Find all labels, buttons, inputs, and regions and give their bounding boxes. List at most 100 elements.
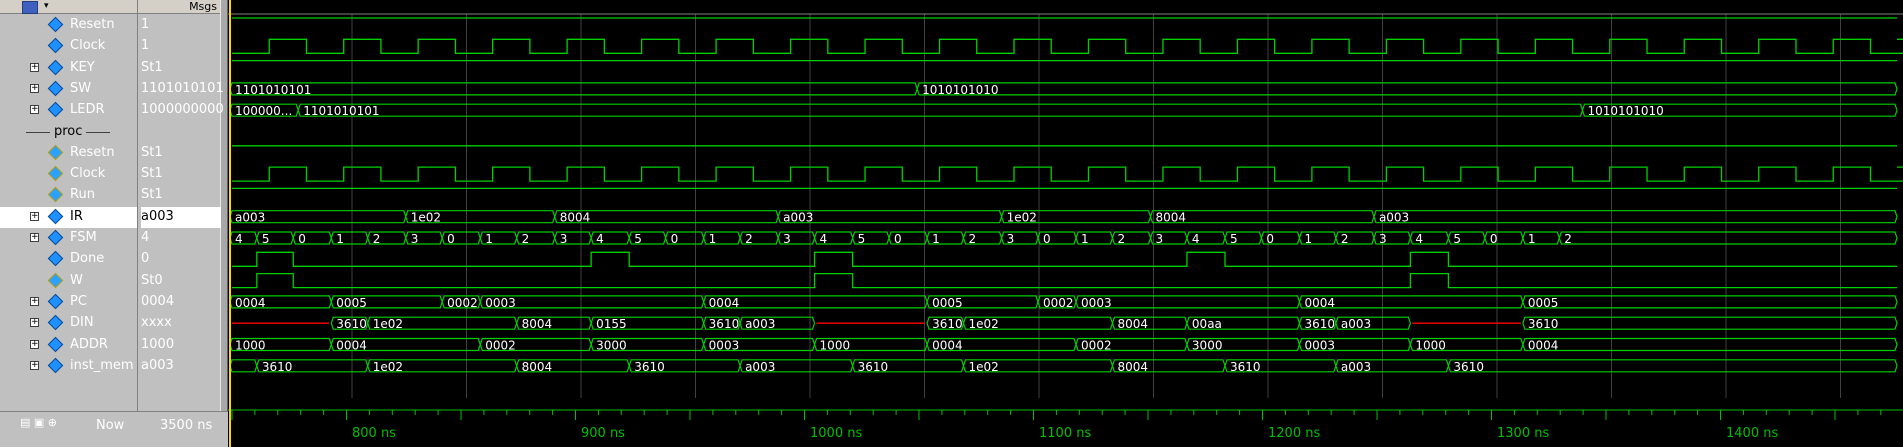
- pane-splitter[interactable]: [220, 0, 228, 447]
- bus-value-label: 5: [1453, 232, 1461, 246]
- now-value: 3500 ns: [160, 418, 213, 433]
- bus-value-label: 1: [336, 232, 344, 246]
- signal-value: xxxx: [141, 315, 172, 331]
- bit-waveform: [232, 38, 1903, 54]
- bus-value-label: 3: [560, 232, 568, 246]
- signal-value: St1: [141, 166, 163, 182]
- wave-pane[interactable]: 1101010101 1010101010100000... 1101010101 1…: [228, 0, 1903, 447]
- signal-row-sw-3[interactable]: + SW: [0, 79, 137, 100]
- signal-row-clock-1[interactable]: Clock: [0, 36, 137, 57]
- bus-value-label: 4: [820, 232, 828, 246]
- bus-segment: [1373, 210, 1898, 224]
- bus-value-label: 5: [634, 232, 642, 246]
- signal-diamond-icon: [47, 80, 64, 97]
- bus-value-label: 8004: [1117, 317, 1148, 331]
- bus-value-label: 8004: [522, 360, 553, 374]
- bus-value-label: 3610: [336, 317, 367, 331]
- signal-value: 1101010101: [141, 80, 224, 96]
- bus-value-label: a003: [745, 317, 775, 331]
- bit-waveform: [232, 166, 1903, 182]
- signal-diamond-icon: [47, 208, 64, 224]
- signal-row-inst_mem-16[interactable]: + inst_mem: [0, 356, 137, 377]
- bus-value-label: 1000: [820, 339, 851, 353]
- wave-window-icon[interactable]: [22, 1, 38, 14]
- signal-diamond-icon: [47, 272, 64, 288]
- signal-row-proc-5[interactable]: proc: [0, 122, 137, 143]
- expand-icon[interactable]: +: [30, 233, 39, 242]
- expand-icon[interactable]: +: [30, 105, 39, 115]
- signal-row-key-2[interactable]: + KEY: [0, 58, 137, 79]
- signal-value: 1: [141, 17, 150, 32]
- signal-row-ledr-4[interactable]: + LEDR: [0, 100, 137, 121]
- signal-row-addr-15[interactable]: + ADDR: [0, 335, 137, 356]
- bus-value-label: 0005: [1528, 296, 1559, 310]
- signal-name: Resetn: [70, 144, 115, 160]
- bus-value-label: 4: [1415, 232, 1423, 246]
- expand-icon[interactable]: +: [30, 62, 39, 72]
- bus-segment: [1447, 359, 1898, 373]
- bus-value-label: 4: [235, 232, 243, 246]
- signal-value: St1: [141, 59, 163, 75]
- expand-icon[interactable]: +: [30, 318, 39, 328]
- signal-row-ir-9[interactable]: + IR: [0, 206, 137, 228]
- signal-name: FSM: [70, 230, 97, 245]
- bus-value-label: 3: [1156, 232, 1164, 246]
- bus-segment: [229, 82, 918, 96]
- bus-value-label: 5: [858, 232, 866, 246]
- bus-value-label: 3000: [596, 339, 627, 353]
- bus-segment: [916, 82, 1898, 96]
- bus-value-label: 0003: [1081, 296, 1112, 310]
- bus-value-label: a003: [235, 211, 265, 225]
- bus-value-label: 0: [298, 232, 306, 246]
- signal-row-din-14[interactable]: + DIN: [0, 313, 137, 334]
- signal-value: St1: [141, 144, 163, 160]
- signal-row-fsm-10[interactable]: + FSM: [0, 228, 137, 249]
- signal-row-pc-13[interactable]: + PC: [0, 292, 137, 313]
- bus-value-label: 3610: [1453, 360, 1484, 374]
- bus-value-label: 0: [1043, 232, 1051, 246]
- bus-value-label: 1: [485, 232, 493, 246]
- timeline-label: 1100 ns: [1039, 426, 1091, 441]
- bus-value-label: 0003: [485, 296, 516, 310]
- bus-value-label: 2: [373, 232, 381, 246]
- expand-icon[interactable]: +: [30, 296, 39, 306]
- signal-value: 1000000000: [141, 102, 224, 118]
- bus-value-label: 3610: [1528, 317, 1559, 331]
- bus-value-label: 8004: [560, 211, 591, 225]
- expand-icon[interactable]: +: [30, 339, 39, 349]
- signal-row-done-11[interactable]: Done: [0, 249, 137, 270]
- signal-row-run-8[interactable]: Run: [0, 185, 137, 206]
- chevron-down-icon[interactable]: ▾: [44, 1, 49, 11]
- signal-diamond-icon: [47, 357, 64, 374]
- cursor-tool-icons[interactable]: ▤ ▣ ⊕: [20, 416, 57, 429]
- signal-name: Clock: [70, 166, 106, 182]
- bus-value-label: a003: [745, 360, 775, 374]
- signal-row-resetn-0[interactable]: Resetn: [0, 15, 137, 36]
- signal-row-w-12[interactable]: W: [0, 271, 137, 292]
- signal-name: DIN: [70, 315, 94, 331]
- bus-value-label: 2: [1341, 232, 1349, 246]
- signal-row-clock-7[interactable]: Clock: [0, 164, 137, 185]
- expand-icon[interactable]: +: [30, 83, 39, 93]
- bus-value-label: 0003: [1304, 339, 1335, 353]
- signal-name: KEY: [70, 59, 95, 75]
- bus-value-label: 2: [522, 232, 530, 246]
- waveform-viewer: ▾ Msgs 1101010101 1010101010 100000... 1101…: [0, 0, 1903, 447]
- signal-name: ADDR: [70, 336, 108, 352]
- expand-icon[interactable]: +: [30, 211, 39, 221]
- bus-value-label: 3610: [932, 317, 963, 331]
- bus-value-label: 2: [745, 232, 753, 246]
- bus-segment: [1558, 231, 1898, 245]
- bus-value-label: 1010101010: [922, 83, 998, 97]
- signal-row-resetn-6[interactable]: Resetn: [0, 143, 137, 164]
- bus-value-label: 00aa: [1192, 317, 1222, 331]
- signal-diamond-icon: [47, 229, 64, 246]
- bus-value-label: 3610: [709, 317, 740, 331]
- bus-value-label: a003: [1341, 317, 1371, 331]
- bus-value-label: 8004: [522, 317, 553, 331]
- bus-value-label: 1e02: [411, 211, 441, 225]
- bus-value-label: 1: [932, 232, 940, 246]
- expand-icon[interactable]: +: [30, 360, 39, 370]
- bus-value-label: 0: [447, 232, 455, 246]
- signal-diamond-icon: [47, 16, 64, 33]
